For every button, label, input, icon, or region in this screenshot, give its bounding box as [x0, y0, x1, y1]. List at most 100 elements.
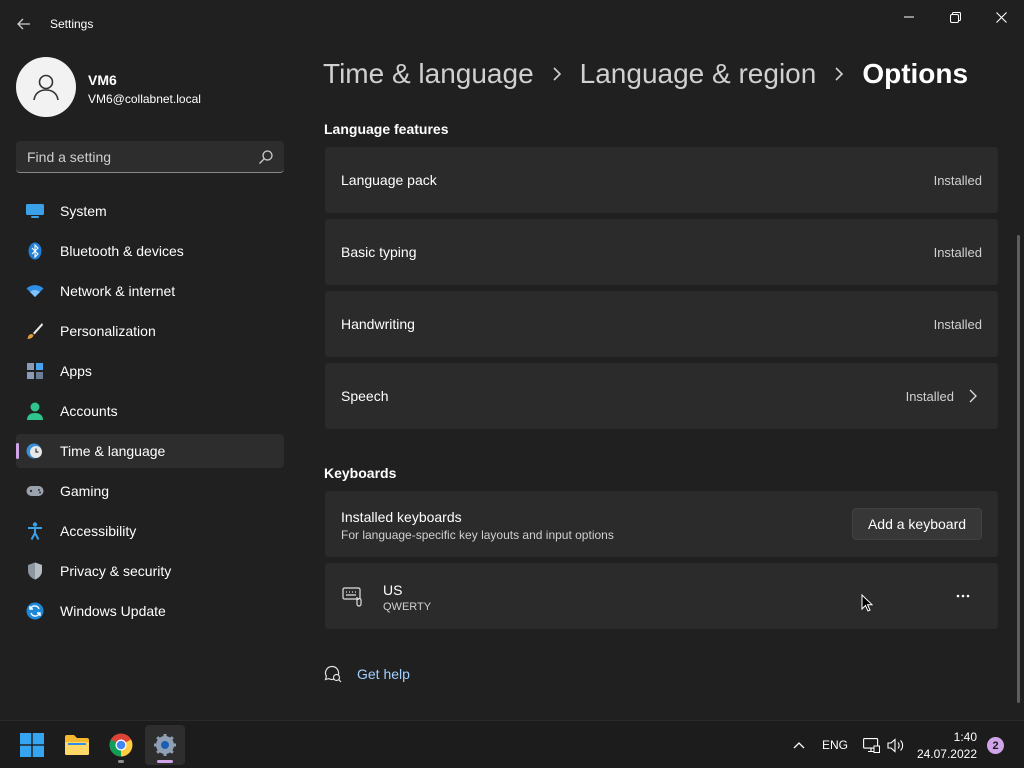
clock-time[interactable]: 1:40 — [954, 730, 977, 744]
row-label: Language pack — [341, 172, 437, 188]
minimize-icon — [904, 16, 914, 18]
volume-icon — [887, 737, 904, 753]
bluetooth-icon — [26, 242, 44, 260]
clock-date[interactable]: 24.07.2022 — [917, 747, 977, 761]
minimize-button[interactable] — [886, 4, 932, 30]
close-icon — [995, 11, 1007, 23]
system-icon — [26, 202, 44, 220]
restore-button[interactable] — [932, 4, 978, 30]
back-arrow-icon — [17, 18, 30, 30]
user-icon — [33, 74, 59, 101]
handwriting-row: Handwriting Installed — [325, 291, 998, 357]
update-icon — [26, 602, 44, 620]
avatar — [16, 57, 76, 117]
language-pack-row: Language pack Installed — [325, 147, 998, 213]
installed-keyboards-title: Installed keyboards — [341, 509, 462, 525]
accounts-icon — [26, 402, 44, 420]
more-options-button[interactable] — [948, 587, 978, 605]
notification-badge[interactable]: 2 — [987, 737, 1004, 754]
start-icon — [20, 733, 44, 757]
network-icon — [862, 737, 880, 753]
sidebar-item-accessibility[interactable]: Accessibility — [16, 514, 284, 548]
sidebar-item-accounts[interactable]: Accounts — [16, 394, 284, 428]
show-hidden-icons-button[interactable] — [791, 737, 807, 753]
input-language-indicator[interactable]: ENG — [822, 738, 848, 752]
sidebar-nav: System Bluetooth & devices Network & int… — [16, 194, 284, 634]
time-language-icon — [26, 442, 44, 460]
sidebar-item-label: System — [60, 203, 107, 219]
mouse-cursor-icon — [861, 594, 873, 612]
sidebar-item-label: Gaming — [60, 483, 110, 499]
sidebar-item-windows-update[interactable]: Windows Update — [16, 594, 284, 628]
status-text: Installed — [905, 389, 954, 404]
close-button[interactable] — [978, 4, 1024, 30]
sidebar-item-label: Bluetooth & devices — [60, 243, 184, 259]
help-icon — [324, 665, 342, 683]
network-tray-button[interactable] — [862, 737, 880, 753]
profile-name: VM6 — [88, 72, 117, 88]
settings-taskbar-button[interactable] — [145, 725, 185, 765]
search-placeholder: Find a setting — [27, 149, 112, 165]
keyboard-icon — [342, 587, 362, 607]
sidebar-item-bluetooth[interactable]: Bluetooth & devices — [16, 234, 284, 268]
row-label: Basic typing — [341, 244, 417, 260]
apps-icon — [26, 362, 44, 380]
back-button[interactable] — [12, 12, 36, 36]
add-keyboard-button[interactable]: Add a keyboard — [852, 508, 982, 540]
file-explorer-button[interactable] — [57, 725, 97, 765]
chevron-right-icon — [969, 389, 977, 403]
sidebar-item-gaming[interactable]: Gaming — [16, 474, 284, 508]
row-label: Speech — [341, 388, 389, 404]
search-icon — [259, 150, 273, 164]
profile-email: VM6@collabnet.local — [88, 92, 201, 106]
status-text: Installed — [933, 245, 982, 260]
sidebar-item-time-language[interactable]: Time & language — [16, 434, 284, 468]
section-title-keyboards: Keyboards — [324, 465, 397, 481]
title-bar: Settings — [0, 0, 1024, 48]
volume-tray-button[interactable] — [887, 737, 905, 753]
sidebar-item-label: Privacy & security — [60, 563, 172, 579]
search-input[interactable]: Find a setting — [16, 141, 284, 173]
breadcrumb: Time & language Language & region Option… — [323, 58, 968, 90]
keyboard-name: US — [383, 582, 403, 598]
row-label: Handwriting — [341, 316, 415, 332]
breadcrumb-language-region[interactable]: Language & region — [580, 58, 817, 90]
sidebar-item-system[interactable]: System — [16, 194, 284, 228]
shield-icon — [26, 562, 44, 580]
sidebar-item-label: Accounts — [60, 403, 118, 419]
keyboard-list-item[interactable]: US QWERTY — [325, 563, 998, 629]
section-title-language-features: Language features — [324, 121, 449, 137]
speech-row[interactable]: Speech Installed — [325, 363, 998, 429]
chevron-up-icon — [793, 742, 805, 749]
app-title: Settings — [50, 17, 94, 31]
basic-typing-row: Basic typing Installed — [325, 219, 998, 285]
chevron-right-icon — [834, 67, 844, 81]
running-indicator — [118, 760, 124, 763]
settings-app-icon — [154, 734, 176, 756]
sidebar-item-label: Personalization — [60, 323, 156, 339]
status-text: Installed — [933, 317, 982, 332]
sidebar-item-personalization[interactable]: Personalization — [16, 314, 284, 348]
sidebar-item-network[interactable]: Network & internet — [16, 274, 284, 308]
get-help-label: Get help — [357, 666, 410, 682]
chevron-right-icon — [552, 67, 562, 81]
restore-icon — [949, 11, 961, 23]
start-button[interactable] — [12, 725, 52, 765]
sidebar-item-apps[interactable]: Apps — [16, 354, 284, 388]
taskbar: ENG 1:40 24.07.2022 2 — [0, 720, 1024, 768]
chrome-icon — [109, 733, 133, 757]
active-indicator — [157, 760, 173, 763]
sidebar-item-label: Windows Update — [60, 603, 166, 619]
sidebar-item-label: Network & internet — [60, 283, 176, 299]
page-title: Options — [862, 58, 969, 89]
more-options-icon — [956, 594, 970, 598]
accessibility-icon — [26, 522, 44, 540]
chrome-button[interactable] — [101, 725, 141, 765]
gamepad-icon — [26, 482, 44, 500]
scrollbar[interactable] — [1017, 235, 1020, 703]
installed-keyboards-subtitle: For language-specific key layouts and in… — [341, 528, 614, 542]
sidebar-item-privacy[interactable]: Privacy & security — [16, 554, 284, 588]
status-text: Installed — [933, 173, 982, 188]
file-explorer-icon — [65, 735, 89, 755]
breadcrumb-time-language[interactable]: Time & language — [323, 58, 534, 90]
